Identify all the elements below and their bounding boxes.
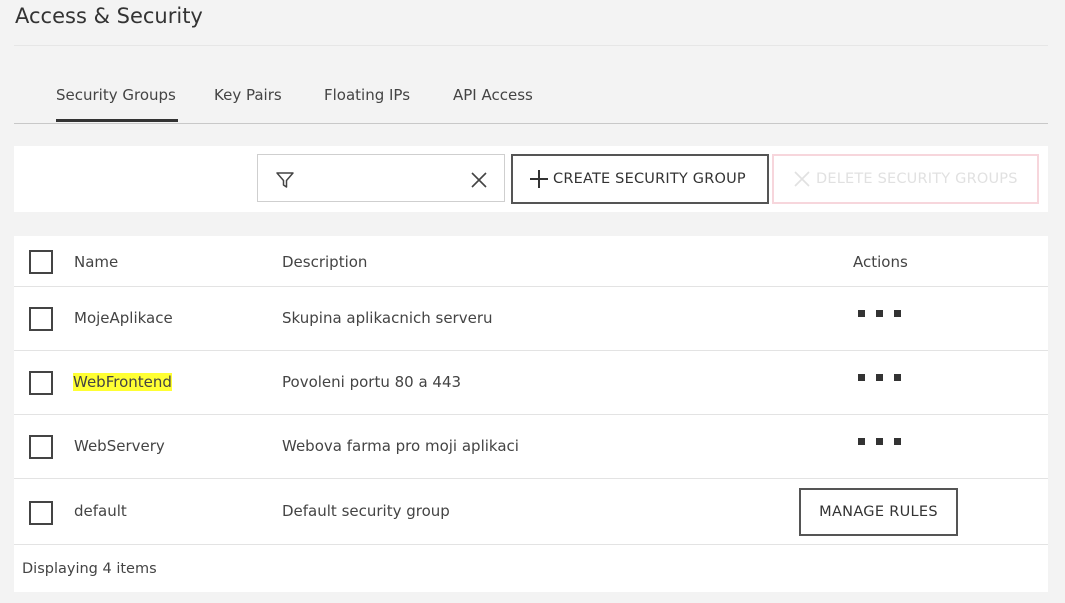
row-name: default <box>74 502 127 520</box>
security-groups-table: Name Description Actions MojeAplikace Sk… <box>14 236 1048 592</box>
row-name: MojeAplikace <box>74 309 173 327</box>
close-icon <box>794 171 810 187</box>
row-description: Skupina aplikacnich serveru <box>282 309 493 327</box>
row-name: WebServery <box>74 437 165 455</box>
row-checkbox[interactable] <box>29 501 53 525</box>
more-actions-icon[interactable] <box>858 438 902 446</box>
tab-key-pairs[interactable]: Key Pairs <box>214 86 282 104</box>
delete-security-groups-button[interactable]: DELETE SECURITY GROUPS <box>772 154 1039 204</box>
row-description: Povoleni portu 80 a 443 <box>282 373 462 391</box>
row-checkbox[interactable] <box>29 307 53 331</box>
table-header: Name Description Actions <box>14 236 1048 287</box>
table-toolbar: CREATE SECURITY GROUP DELETE SECURITY GR… <box>14 146 1048 212</box>
tab-bar: Security Groups Key Pairs Floating IPs A… <box>14 70 1048 124</box>
row-description: Default security group <box>282 502 450 520</box>
tab-api-access[interactable]: API Access <box>453 86 533 104</box>
column-header-name: Name <box>74 253 119 271</box>
tab-security-groups[interactable]: Security Groups <box>56 86 178 122</box>
close-icon[interactable] <box>470 171 488 189</box>
row-checkbox[interactable] <box>29 435 53 459</box>
more-actions-icon[interactable] <box>858 310 902 318</box>
title-divider <box>14 45 1048 46</box>
plus-icon <box>530 170 548 188</box>
page-title: Access & Security <box>15 4 203 28</box>
select-all-checkbox[interactable] <box>29 250 53 274</box>
manage-rules-button[interactable]: MANAGE RULES <box>799 488 958 536</box>
filter-input[interactable] <box>306 165 460 193</box>
item-count: Displaying 4 items <box>22 561 157 577</box>
row-name: WebFrontend <box>73 373 172 391</box>
column-header-actions: Actions <box>853 253 908 271</box>
delete-security-groups-label: DELETE SECURITY GROUPS <box>816 171 1018 187</box>
table-row: WebFrontend Povoleni portu 80 a 443 <box>14 351 1048 415</box>
table-row: default Default security group MANAGE RU… <box>14 479 1048 545</box>
more-actions-icon[interactable] <box>858 374 902 382</box>
create-security-group-label: CREATE SECURITY GROUP <box>553 171 746 187</box>
filter-icon <box>276 172 294 188</box>
row-checkbox[interactable] <box>29 371 53 395</box>
table-row: WebServery Webova farma pro moji aplikac… <box>14 415 1048 479</box>
create-security-group-button[interactable]: CREATE SECURITY GROUP <box>511 154 769 204</box>
tab-floating-ips[interactable]: Floating IPs <box>324 86 410 104</box>
column-header-description: Description <box>282 253 368 271</box>
row-description: Webova farma pro moji aplikaci <box>282 437 519 455</box>
filter-field[interactable] <box>257 154 505 202</box>
table-row: MojeAplikace Skupina aplikacnich serveru <box>14 287 1048 351</box>
